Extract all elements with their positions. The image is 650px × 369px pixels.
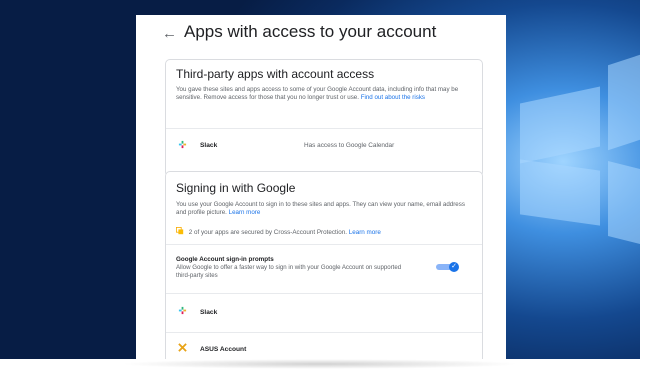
sign-in-prompts-toggle[interactable]: ✓ xyxy=(436,262,460,272)
divider xyxy=(166,293,482,294)
app-name: Slack xyxy=(200,142,218,149)
window-light-beam xyxy=(608,54,640,151)
window-light-beam xyxy=(520,159,600,226)
cross-account-protection-row: 2 of your apps are secured by Cross-Acco… xyxy=(176,227,381,236)
monitor-shadow xyxy=(120,359,520,369)
signing-in-title: Signing in with Google xyxy=(176,181,296,195)
signing-in-card: Signing in with Google You use your Goog… xyxy=(165,171,483,359)
divider xyxy=(166,128,482,129)
app-access-text: Has access to Google Calendar xyxy=(304,142,395,149)
app-name: Slack xyxy=(200,309,218,316)
divider xyxy=(166,332,482,333)
back-arrow-icon[interactable]: ← xyxy=(162,26,177,42)
third-party-apps-card: Third-party apps with account access You… xyxy=(165,59,483,177)
third-party-description: You gave these sites and apps access to … xyxy=(176,86,474,102)
page-title: Apps with access to your account xyxy=(184,22,437,41)
sign-in-prompts-description: Allow Google to offer a faster way to si… xyxy=(176,264,402,279)
google-account-page: ← Apps with access to your account Third… xyxy=(136,15,506,359)
protection-learn-more-link[interactable]: Learn more xyxy=(349,229,381,236)
slack-icon xyxy=(178,140,187,149)
learn-more-link[interactable]: Learn more xyxy=(229,209,261,216)
sign-in-prompts-title: Google Account sign-in prompts xyxy=(176,256,274,263)
desktop-background: ← Apps with access to your account Third… xyxy=(0,0,640,359)
divider xyxy=(166,244,482,245)
window-light-beam xyxy=(520,86,600,164)
window-light-beam xyxy=(608,161,640,244)
protection-text: 2 of your apps are secured by Cross-Acco… xyxy=(188,229,347,236)
page-header: ← Apps with access to your account xyxy=(136,15,506,53)
monitor-frame: ← Apps with access to your account Third… xyxy=(0,0,650,369)
app-name: ASUS Account xyxy=(200,346,247,353)
asus-icon xyxy=(178,343,187,352)
check-icon: ✓ xyxy=(449,262,459,272)
signing-in-description: You use your Google Account to sign in t… xyxy=(176,201,474,217)
third-party-title: Third-party apps with account access xyxy=(176,67,375,81)
signing-in-description-text: You use your Google Account to sign in t… xyxy=(176,201,465,216)
risks-link[interactable]: Find out about the risks xyxy=(361,94,425,101)
slack-icon xyxy=(178,306,187,315)
shield-icon xyxy=(176,227,184,235)
